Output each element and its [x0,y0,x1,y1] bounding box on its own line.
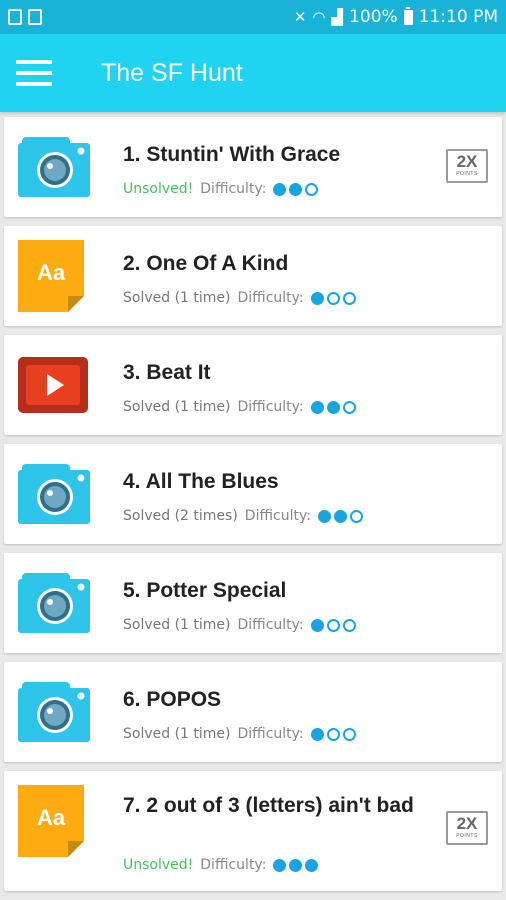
badge-multiplier: 2X [456,814,478,833]
difficulty-dot-filled [333,509,347,523]
signal-icon: ▟ [331,8,344,26]
camera-icon [18,137,90,201]
badge-caption: POINTS [456,171,478,177]
difficulty-dot-filled [326,400,340,414]
battery-percent: 100% [349,7,398,27]
difficulty-rating [310,727,356,741]
difficulty-dot-filled [289,182,303,196]
clock: 11:10 PM [418,7,498,27]
hunt-meta: Unsolved! Difficulty: [123,181,319,197]
difficulty-dot-empty [326,727,340,741]
hunt-title: 4. All The Blues [123,470,279,493]
difficulty-dot-empty [326,618,340,632]
solve-status: Unsolved! [123,181,194,197]
difficulty-dot-filled [310,291,324,305]
difficulty-dot-empty [342,291,356,305]
solve-status: Unsolved! [123,857,194,873]
difficulty-rating [310,618,356,632]
status-bar-left [8,9,42,25]
difficulty-rating [273,182,319,196]
hunt-card[interactable]: 6. POPOS Solved (1 time) Difficulty: [4,662,502,762]
difficulty-dot-filled [310,618,324,632]
difficulty-rating [310,400,356,414]
difficulty-dot-filled [289,858,303,872]
difficulty-dot-filled [273,858,287,872]
difficulty-label: Difficulty: [244,508,311,524]
badge-multiplier: 2X [456,152,478,171]
hunt-meta: Solved (1 time) Difficulty: [123,290,356,306]
hunt-meta: Unsolved! Difficulty: [123,857,319,873]
solve-status: Solved (1 time) [123,617,231,633]
text-icon: Aa [18,785,84,861]
difficulty-dot-empty [342,727,356,741]
hunt-meta: Solved (1 time) Difficulty: [123,399,356,415]
double-points-badge: 2X POINTS [446,811,488,845]
status-bar-right: ✕ ◠ ▟ 100% 11:10 PM [293,6,498,27]
difficulty-dot-filled [310,400,324,414]
camera-icon [18,464,90,528]
hunt-title: 3. Beat It [123,361,211,384]
svg-text:Aa: Aa [37,805,66,830]
difficulty-dot-empty [342,400,356,414]
wifi-icon: ◠ [312,8,326,26]
difficulty-dot-empty [342,618,356,632]
solve-status: Solved (1 time) [123,726,231,742]
text-icon: Aa [18,240,84,316]
difficulty-label: Difficulty: [237,617,304,633]
difficulty-label: Difficulty: [237,290,304,306]
solve-status: Solved (1 time) [123,290,231,306]
hunt-card[interactable]: Aa 7. 2 out of 3 (letters) ain't bad Unsol… [4,771,502,891]
status-bar: ✕ ◠ ▟ 100% 11:10 PM [0,0,506,34]
difficulty-label: Difficulty: [237,399,304,415]
difficulty-label: Difficulty: [200,857,267,873]
svg-text:Aa: Aa [37,260,66,285]
difficulty-rating [273,858,319,872]
difficulty-label: Difficulty: [200,181,267,197]
hunt-card[interactable]: 5. Potter Special Solved (1 time) Difficul… [4,553,502,653]
hunt-card[interactable]: 3. Beat It Solved (1 time) Difficulty: [4,335,502,435]
hunt-title: 6. POPOS [123,688,222,711]
hunt-card[interactable]: Aa 2. One Of A Kind Solved (1 time) Difficu… [4,226,502,326]
video-icon [18,357,88,417]
image-icon [28,9,42,25]
menu-icon[interactable] [16,60,52,86]
difficulty-dot-filled [305,858,319,872]
difficulty-dot-empty [349,509,363,523]
solve-status: Solved (2 times) [123,508,238,524]
difficulty-dot-empty [326,291,340,305]
hunt-title: 1. Stuntin' With Grace [123,143,341,166]
app-bar: The SF Hunt [0,34,506,112]
battery-icon [403,6,413,25]
hunt-title: 5. Potter Special [123,579,287,602]
hunt-card[interactable]: 4. All The Blues Solved (2 times) Difficul… [4,444,502,544]
download-icon [8,9,22,25]
hunt-title: 2. One Of A Kind [123,252,289,275]
double-points-badge: 2X POINTS [446,149,488,183]
app-title: The SF Hunt [101,58,243,87]
badge-caption: POINTS [456,833,478,839]
hunt-title: 7. 2 out of 3 (letters) ain't bad [123,794,414,817]
difficulty-dot-filled [310,727,324,741]
difficulty-dot-filled [273,182,287,196]
hunt-meta: Solved (1 time) Difficulty: [123,617,356,633]
camera-icon [18,682,90,746]
difficulty-dot-filled [317,509,331,523]
hunt-meta: Solved (1 time) Difficulty: [123,726,356,742]
solve-status: Solved (1 time) [123,399,231,415]
difficulty-label: Difficulty: [237,726,304,742]
hunt-meta: Solved (2 times) Difficulty: [123,508,363,524]
camera-icon [18,573,90,637]
difficulty-dot-empty [305,182,319,196]
difficulty-rating [317,509,363,523]
mute-icon: ✕ [293,8,307,26]
difficulty-rating [310,291,356,305]
hunt-card[interactable]: 1. Stuntin' With Grace Unsolved! Difficult… [4,117,502,217]
